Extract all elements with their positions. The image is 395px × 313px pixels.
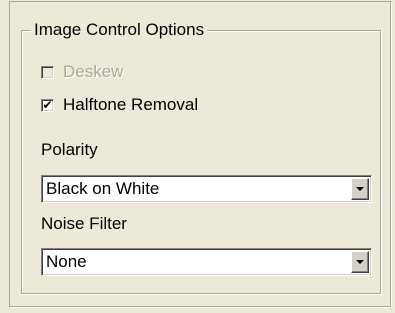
deskew-checkbox-row: Deskew: [41, 62, 123, 82]
polarity-dropdown[interactable]: Black on White: [41, 175, 372, 203]
polarity-selected-value: Black on White: [46, 179, 160, 198]
polarity-dropdown-button[interactable]: [351, 178, 369, 200]
noise-filter-label: Noise Filter: [41, 214, 127, 233]
chevron-down-icon: [356, 260, 364, 264]
halftone-removal-checkbox-row[interactable]: ✔ Halftone Removal: [41, 95, 198, 115]
noise-filter-selected-value: None: [46, 252, 87, 271]
polarity-label: Polarity: [41, 140, 98, 159]
deskew-checkbox: [41, 65, 54, 79]
group-title: Image Control Options: [31, 20, 208, 40]
deskew-label: Deskew: [63, 62, 124, 81]
check-icon: ✔: [42, 98, 53, 112]
chevron-down-icon: [356, 187, 364, 191]
noise-filter-dropdown-button[interactable]: [351, 251, 369, 273]
noise-filter-dropdown[interactable]: None: [41, 248, 372, 276]
halftone-removal-checkbox[interactable]: ✔: [41, 98, 54, 112]
halftone-removal-label[interactable]: Halftone Removal: [63, 95, 198, 115]
